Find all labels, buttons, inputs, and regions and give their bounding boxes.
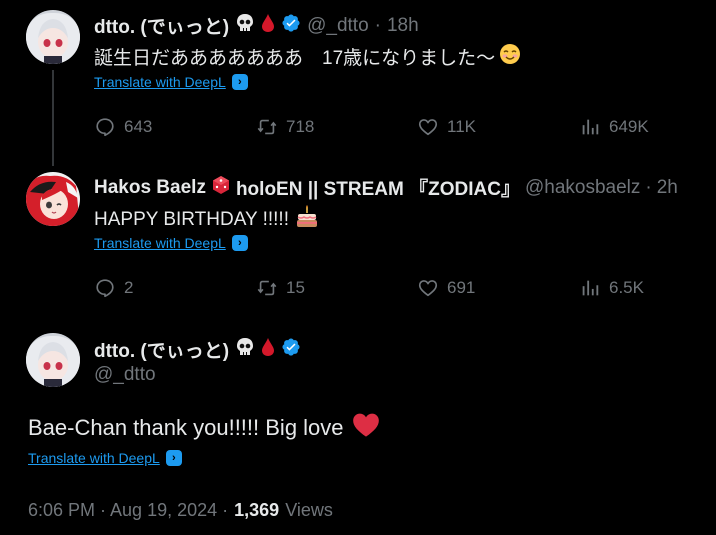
tweet1-separator: · <box>374 14 381 36</box>
main-tweet-handle[interactable]: @_dtto <box>94 364 156 386</box>
tweet2-views-button[interactable]: 6.5K <box>579 277 644 299</box>
deepl-icon: › <box>231 235 248 251</box>
tweet1-display-name[interactable]: dtto. (でぃっと) <box>94 12 229 39</box>
reply-icon <box>96 118 114 137</box>
repost-icon <box>257 280 277 296</box>
tweet2-view-count: 6.5K <box>609 278 644 297</box>
tweet2-display-name-suffix[interactable]: holoEN || STREAM 『ZODIAC』 <box>236 174 520 201</box>
tweet2-translate-label: Translate with DeepL <box>94 235 226 251</box>
tweet2-time[interactable]: 2h <box>657 177 678 199</box>
tweet1-time[interactable]: 18h <box>387 15 419 37</box>
tweet2-translate-link[interactable]: Translate with DeepL › <box>94 235 248 251</box>
blood-drop-icon <box>261 337 275 362</box>
tweet2-separator: · <box>645 176 652 198</box>
tweet1-like-count: 11K <box>447 117 476 136</box>
tweet1-repost-count: 718 <box>286 117 315 136</box>
tweet1-handle[interactable]: @_dtto <box>307 15 369 37</box>
main-tweet-timestamp[interactable]: 6:06 PM · Aug 19, 2024 · <box>28 500 228 521</box>
main-tweet-display-name[interactable]: dtto. (でぃっと) <box>94 336 229 363</box>
main-tweet-translate-label: Translate with DeepL <box>28 450 160 466</box>
tweet2-like-button[interactable]: 691 <box>417 277 475 299</box>
tweet1-repost-button[interactable]: 718 <box>256 116 314 138</box>
dice-icon <box>211 175 231 200</box>
main-tweet-text: Bae-Chan thank you!!!!! Big love <box>28 414 344 440</box>
deepl-icon: › <box>231 74 248 90</box>
heart-icon <box>418 280 438 297</box>
verified-badge-icon <box>281 337 301 362</box>
tweet1-reply-count: 643 <box>124 117 153 136</box>
tweet1-translate-link[interactable]: Translate with DeepL › <box>94 74 248 90</box>
repost-icon <box>257 119 277 135</box>
tweet1-text: 誕生日だあああああああ 17歳になりました〜 <box>94 48 496 69</box>
smiling-face-emoji-icon <box>499 43 521 70</box>
tweet1-translate-label: Translate with DeepL <box>94 74 226 90</box>
tweet2-handle[interactable]: @hakosbaelz <box>525 177 640 199</box>
tweet1-reply-button[interactable]: 643 <box>94 116 152 138</box>
verified-badge-icon <box>281 13 301 38</box>
tweet2-like-count: 691 <box>447 278 476 297</box>
analytics-icon <box>582 280 599 296</box>
main-tweet-body: Bae-Chan thank you!!!!! Big love <box>28 412 380 443</box>
tweet1-header: dtto. (でぃっと) @_dtto · 18h <box>94 12 419 39</box>
skull-icon <box>235 13 255 38</box>
skull-icon <box>235 337 255 362</box>
tweet2-repost-button[interactable]: 15 <box>256 277 305 299</box>
tweet2-display-name[interactable]: Hakos Baelz <box>94 177 206 199</box>
main-tweet-header: dtto. (でぃっと) <box>94 336 301 363</box>
tweet2-body: HAPPY BIRTHDAY !!!!! <box>94 205 319 234</box>
main-tweet-translate-link[interactable]: Translate with DeepL › <box>28 450 182 466</box>
avatar-hakos-baelz[interactable] <box>26 172 80 226</box>
thread-line <box>52 70 54 166</box>
main-tweet-meta: 6:06 PM · Aug 19, 2024 · 1,369 Views <box>28 500 333 521</box>
main-tweet-view-count: 1,369 <box>234 500 280 520</box>
heart-icon <box>418 119 438 136</box>
red-heart-emoji-icon <box>352 412 380 443</box>
tweet1-view-count: 649K <box>609 117 649 136</box>
tweet2-repost-count: 15 <box>286 278 305 297</box>
tweet1-body: 誕生日だあああああああ 17歳になりました〜 <box>94 43 521 70</box>
analytics-icon <box>582 119 599 135</box>
reply-icon <box>96 279 114 298</box>
main-tweet-views-label: Views <box>285 500 333 520</box>
tweet2-reply-count: 2 <box>124 278 134 297</box>
tweet2-reply-button[interactable]: 2 <box>94 277 133 299</box>
deepl-icon: › <box>165 450 182 466</box>
avatar-dtto[interactable] <box>26 10 80 64</box>
blood-drop-icon <box>261 13 275 38</box>
tweet2-text: HAPPY BIRTHDAY !!!!! <box>94 208 289 230</box>
tweet1-like-button[interactable]: 11K <box>417 116 476 138</box>
tweet2-header: Hakos Baelz holoEN || STREAM 『ZODIAC』 @h… <box>94 174 678 201</box>
tweet1-views-button[interactable]: 649K <box>579 116 649 138</box>
avatar-dtto-main[interactable] <box>26 333 80 387</box>
birthday-cake-emoji-icon <box>295 205 319 234</box>
